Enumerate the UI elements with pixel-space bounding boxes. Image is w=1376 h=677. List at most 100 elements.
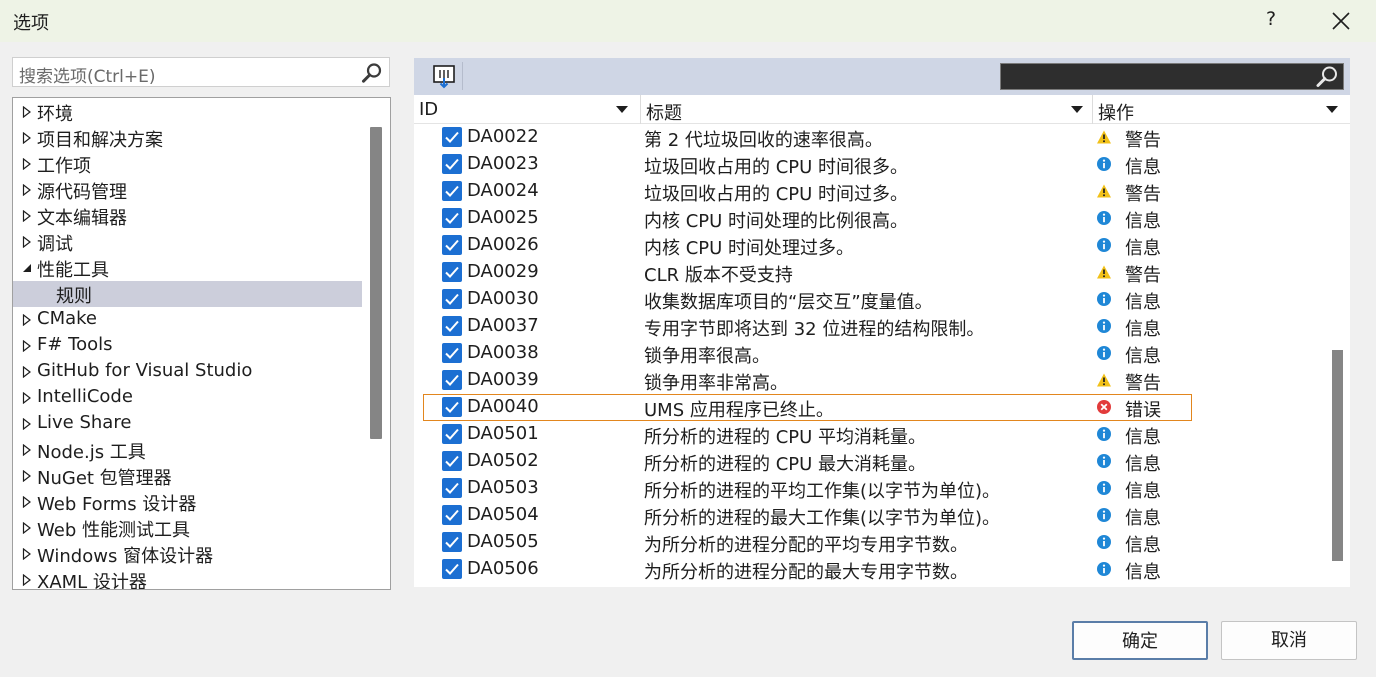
expand-arrow-icon[interactable]	[22, 184, 32, 196]
tree-item[interactable]: IntelliCode	[13, 385, 362, 411]
rule-checkbox[interactable]	[442, 262, 462, 282]
rule-action[interactable]: 信息	[1125, 342, 1161, 368]
table-row[interactable]: DA0039 锁争用率非常高。 警告	[414, 367, 1324, 394]
rule-checkbox[interactable]	[442, 370, 462, 390]
table-row[interactable]: DA0501 所分析的进程的 CPU 平均消耗量。 信息	[414, 421, 1324, 448]
table-row[interactable]: DA0504 所分析的进程的最大工作集(以字节为单位)。 信息	[414, 502, 1324, 529]
cancel-button[interactable]: 取消	[1221, 621, 1357, 660]
tree-item[interactable]: 性能工具	[13, 255, 362, 281]
rule-checkbox[interactable]	[442, 154, 462, 174]
column-header-title[interactable]: 标题	[641, 95, 1092, 124]
expand-arrow-icon[interactable]	[22, 314, 32, 326]
rule-action[interactable]: 错误	[1125, 396, 1161, 422]
table-row[interactable]: DA0026 内核 CPU 时间处理过多。 信息	[414, 232, 1324, 259]
rule-checkbox[interactable]	[442, 559, 462, 579]
column-header-id[interactable]: ID	[414, 95, 640, 124]
rule-checkbox[interactable]	[442, 451, 462, 471]
expand-arrow-icon[interactable]	[22, 210, 32, 222]
tree-item[interactable]: Web Forms 设计器	[13, 489, 362, 515]
rule-checkbox[interactable]	[442, 181, 462, 201]
table-row[interactable]: DA0030 收集数据库项目的“层交互”度量值。 信息	[414, 286, 1324, 313]
rule-action[interactable]: 信息	[1125, 423, 1161, 449]
rule-action[interactable]: 信息	[1125, 315, 1161, 341]
rule-action[interactable]: 信息	[1125, 153, 1161, 179]
tree-item[interactable]: Node.js 工具	[13, 437, 362, 463]
collapse-arrow-icon[interactable]	[22, 262, 32, 274]
tree-item[interactable]: 规则	[13, 281, 362, 307]
tree-item[interactable]: 源代码管理	[13, 177, 362, 203]
tree-item[interactable]: Web 性能测试工具	[13, 515, 362, 541]
expand-arrow-icon[interactable]	[22, 340, 32, 352]
tree-item[interactable]: Windows 窗体设计器	[13, 541, 362, 567]
rule-checkbox[interactable]	[442, 289, 462, 309]
rule-action[interactable]: 信息	[1125, 234, 1161, 260]
rule-checkbox[interactable]	[442, 343, 462, 363]
tree-item[interactable]: 调试	[13, 229, 362, 255]
rule-checkbox[interactable]	[442, 127, 462, 147]
rule-action[interactable]: 警告	[1125, 180, 1161, 206]
rule-checkbox[interactable]	[442, 397, 462, 417]
tree-item[interactable]: 环境	[13, 99, 362, 125]
rule-action[interactable]: 信息	[1125, 288, 1161, 314]
rule-checkbox[interactable]	[442, 532, 462, 552]
table-row[interactable]: DA0503 所分析的进程的平均工作集(以字节为单位)。 信息	[414, 475, 1324, 502]
table-row[interactable]: DA0025 内核 CPU 时间处理的比例很高。 信息	[414, 205, 1324, 232]
expand-arrow-icon[interactable]	[22, 132, 32, 144]
search-icon[interactable]	[361, 62, 383, 84]
expand-arrow-icon[interactable]	[22, 522, 32, 534]
table-row[interactable]: DA0038 锁争用率很高。 信息	[414, 340, 1324, 367]
rule-action[interactable]: 警告	[1125, 126, 1161, 152]
expand-arrow-icon[interactable]	[22, 496, 32, 508]
rule-action[interactable]: 信息	[1125, 207, 1161, 233]
tree-item[interactable]: F# Tools	[13, 333, 362, 359]
table-row[interactable]: DA0029 CLR 版本不受支持 警告	[414, 259, 1324, 286]
import-rules-button[interactable]	[429, 63, 459, 90]
table-row[interactable]: DA0022 第 2 代垃圾回收的速率很高。 警告	[414, 124, 1324, 151]
rule-checkbox[interactable]	[442, 478, 462, 498]
tree-item[interactable]: GitHub for Visual Studio	[13, 359, 362, 385]
help-button[interactable]: ?	[1260, 8, 1282, 34]
table-row[interactable]: DA0502 所分析的进程的 CPU 最大消耗量。 信息	[414, 448, 1324, 475]
close-button[interactable]	[1326, 6, 1356, 36]
expand-arrow-icon[interactable]	[22, 444, 32, 456]
rule-checkbox[interactable]	[442, 316, 462, 336]
table-row[interactable]: DA0037 专用字节即将达到 32 位进程的结构限制。 信息	[414, 313, 1324, 340]
rule-checkbox[interactable]	[442, 505, 462, 525]
search-icon[interactable]	[1314, 65, 1340, 89]
rule-action[interactable]: 信息	[1125, 477, 1161, 503]
expand-arrow-icon[interactable]	[22, 470, 32, 482]
sort-dropdown-icon[interactable]	[1326, 106, 1338, 114]
expand-arrow-icon[interactable]	[22, 548, 32, 560]
expand-arrow-icon[interactable]	[22, 106, 32, 118]
ok-button[interactable]: 确定	[1072, 621, 1208, 660]
sort-dropdown-icon[interactable]	[1071, 106, 1083, 114]
rule-filter-input[interactable]	[1000, 63, 1344, 90]
table-row[interactable]: DA0024 垃圾回收占用的 CPU 时间过多。 警告	[414, 178, 1324, 205]
rule-action[interactable]: 警告	[1125, 369, 1161, 395]
rule-action[interactable]: 信息	[1125, 450, 1161, 476]
expand-arrow-icon[interactable]	[22, 366, 32, 378]
table-row[interactable]: DA0023 垃圾回收占用的 CPU 时间很多。 信息	[414, 151, 1324, 178]
expand-arrow-icon[interactable]	[22, 418, 32, 430]
rule-action[interactable]: 信息	[1125, 504, 1161, 530]
expand-arrow-icon[interactable]	[22, 574, 32, 586]
expand-arrow-icon[interactable]	[22, 236, 32, 248]
rule-action[interactable]: 警告	[1125, 261, 1161, 287]
expand-arrow-icon[interactable]	[22, 158, 32, 170]
table-row[interactable]: DA0506 为所分析的进程分配的最大专用字节数。 信息	[414, 556, 1324, 583]
tree-item[interactable]: Live Share	[13, 411, 362, 437]
tree-item[interactable]: 工作项	[13, 151, 362, 177]
expand-arrow-icon[interactable]	[22, 392, 32, 404]
tree-item[interactable]: 文本编辑器	[13, 203, 362, 229]
tree-item[interactable]: XAML 设计器	[13, 567, 362, 589]
tree-item[interactable]: NuGet 包管理器	[13, 463, 362, 489]
column-header-action[interactable]: 操作	[1093, 95, 1350, 124]
tree-item[interactable]: 项目和解决方案	[13, 125, 362, 151]
options-tree[interactable]: XAML 设计器 Windows 窗体设计器 Web 性能测试工具 Web Forms…	[12, 97, 391, 590]
tree-item[interactable]: CMake	[13, 307, 362, 333]
table-row[interactable]: DA0040 UMS 应用程序已终止。 错误	[414, 394, 1324, 421]
sort-dropdown-icon[interactable]	[616, 106, 628, 114]
rule-checkbox[interactable]	[442, 235, 462, 255]
rule-action[interactable]: 信息	[1125, 558, 1161, 584]
rule-checkbox[interactable]	[442, 208, 462, 228]
